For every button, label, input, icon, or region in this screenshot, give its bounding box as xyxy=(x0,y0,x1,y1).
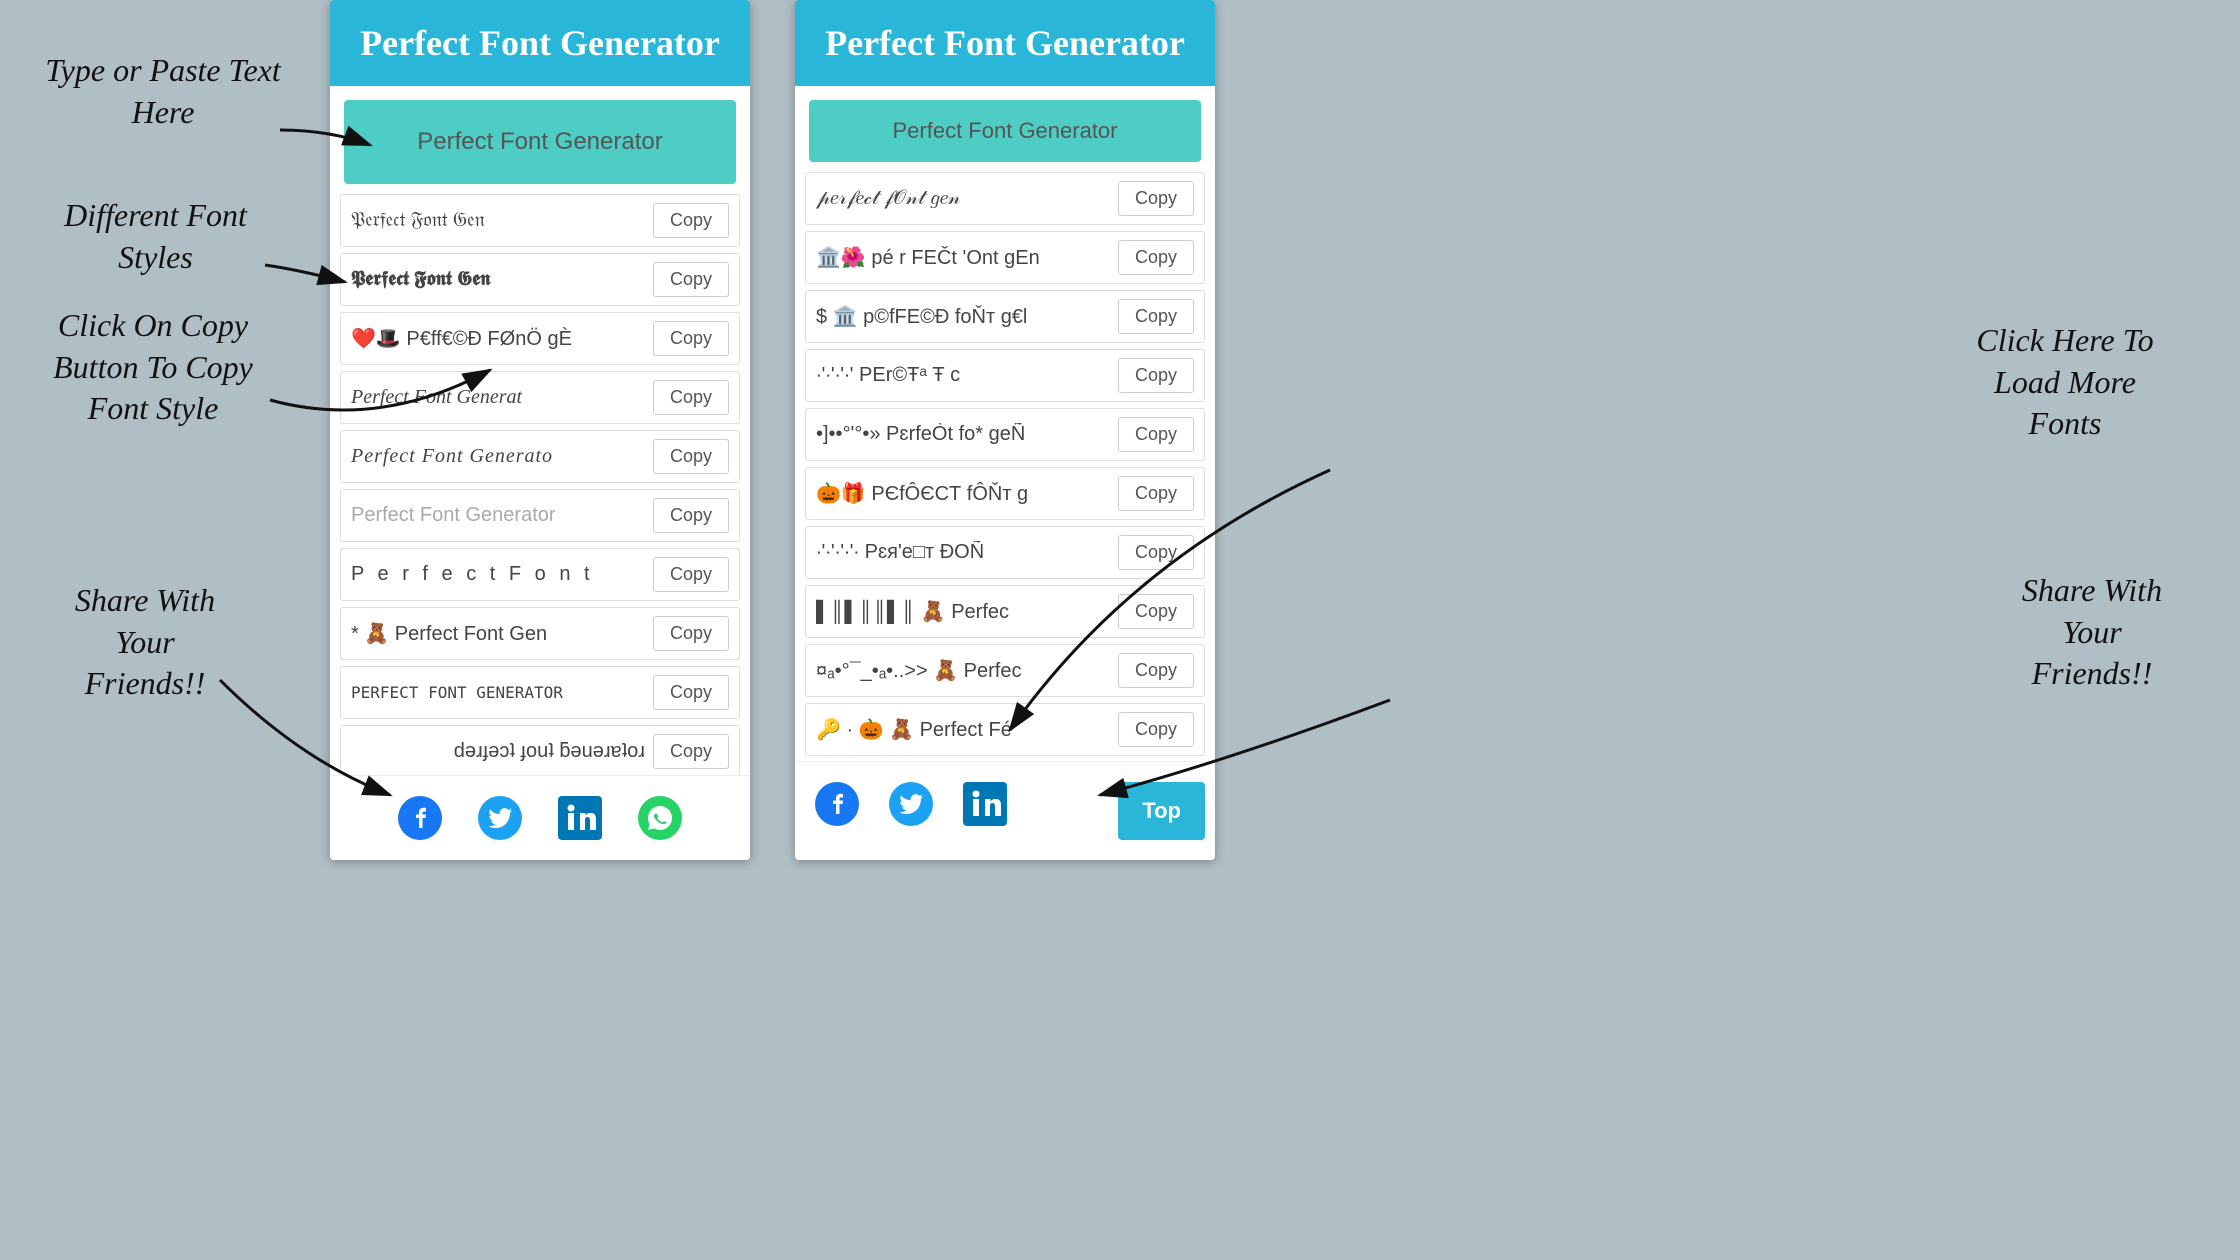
right-panel-title: Perfect Font Generator xyxy=(811,22,1199,64)
facebook-icon[interactable] xyxy=(398,796,442,840)
font-row: 🔑 · 🎃 🧸 Perfect Fé Copy xyxy=(805,703,1205,756)
font-row: 𝔓𝔢𝔯𝔣𝔢𝔠𝔱 𝔉𝔬𝔫𝔱 𝔊𝔢𝔫 Copy xyxy=(340,194,740,247)
font-text: 🔑 · 🎃 🧸 Perfect Fé xyxy=(816,717,1110,742)
font-text: Perfect Font Generat xyxy=(351,386,645,409)
copy-button[interactable]: Copy xyxy=(1118,476,1194,511)
font-row: $ 🏛️ p©fFE©Ð foŇт ɡ€l Copy xyxy=(805,290,1205,343)
font-text: 𝔓𝔢𝔯𝔣𝔢𝔠𝔱 𝔉𝔬𝔫𝔱 𝔊𝔢𝔫 xyxy=(351,209,645,232)
annotation-load-more: Click Here ToLoad MoreFonts xyxy=(1930,320,2200,445)
font-text: •]••°'°•» PɛrfeÒt fo* geÑ xyxy=(816,423,1110,446)
linkedin-icon[interactable] xyxy=(558,796,602,840)
copy-button[interactable]: Copy xyxy=(1118,653,1194,688)
font-row: Perfect Font Generat Copy xyxy=(340,371,740,424)
copy-button[interactable]: Copy xyxy=(653,380,729,415)
copy-button[interactable]: Copy xyxy=(1118,299,1194,334)
facebook-icon[interactable] xyxy=(815,782,859,826)
font-text: 🎃🎁 РЄfÔЄCТ fÔŇт g xyxy=(816,481,1110,506)
font-row: 🏛️🌺 pé r FEČt 'Ont gEn Copy xyxy=(805,231,1205,284)
font-text: Perfect Font Generator xyxy=(351,504,645,527)
font-row: 𝓅𝑒𝓇𝒻𝑒𝒸𝓉 𝒻𝒪𝓃𝓉 𝑔𝑒𝓃 Copy xyxy=(805,172,1205,225)
font-row: ∙'∙'∙'∙' ΡΕr©Ŧᵃ Ŧ c Copy xyxy=(805,349,1205,402)
copy-button[interactable]: Copy xyxy=(1118,358,1194,393)
font-row: 𝕻𝖊𝖗𝖋𝖊𝖈𝖙 𝕱𝖔𝖓𝖙 𝕲𝖊𝖓 Copy xyxy=(340,253,740,306)
left-phone-panel: Perfect Font Generator Perfect Font Gene… xyxy=(330,0,750,860)
left-panel-header: Perfect Font Generator xyxy=(330,0,750,86)
font-text: $ 🏛️ p©fFE©Ð foŇт ɡ€l xyxy=(816,304,1110,329)
copy-button[interactable]: Copy xyxy=(653,616,729,651)
font-list-left: 𝔓𝔢𝔯𝔣𝔢𝔠𝔱 𝔉𝔬𝔫𝔱 𝔊𝔢𝔫 Copy 𝕻𝖊𝖗𝖋𝖊𝖈𝖙 𝕱𝖔𝖓𝖙 𝕲𝖊𝖓 C… xyxy=(330,194,750,778)
font-row: ɹoʇɐɹǝuǝƃ ʇuoɟ ʇɔǝɟɹǝd Copy xyxy=(340,725,740,778)
social-bar-left xyxy=(330,775,750,860)
font-text: ∙'∙'∙'∙' ΡΕr©Ŧᵃ Ŧ c xyxy=(816,364,1110,387)
font-text: ▌║▌║║▌║ 🧸 Perfec xyxy=(816,599,1110,624)
annotation-type-here: Type or Paste TextHere xyxy=(28,50,298,133)
annotation-click-copy: Click On CopyButton To CopyFont Style xyxy=(18,305,288,430)
font-text: ¤ₐ•°¯_•ₐ•..>> 🧸 Perfec xyxy=(816,658,1110,683)
font-row: * 🧸 Perfect Font Gen Copy xyxy=(340,607,740,660)
annotation-diff-fonts: Different FontStyles xyxy=(28,195,283,278)
font-row: ▌║▌║║▌║ 🧸 Perfec Copy xyxy=(805,585,1205,638)
font-text: * 🧸 Perfect Font Gen xyxy=(351,621,645,646)
font-row: ¤ₐ•°¯_•ₐ•..>> 🧸 Perfec Copy xyxy=(805,644,1205,697)
left-panel-title: Perfect Font Generator xyxy=(346,22,734,64)
font-row: Perfect Font Generato Copy xyxy=(340,430,740,483)
copy-button[interactable]: Copy xyxy=(653,262,729,297)
copy-button[interactable]: Copy xyxy=(1118,712,1194,747)
copy-button[interactable]: Copy xyxy=(653,203,729,238)
font-text: 𝓅𝑒𝓇𝒻𝑒𝒸𝓉 𝒻𝒪𝓃𝓉 𝑔𝑒𝓃 xyxy=(816,187,1110,210)
font-list-right: 𝓅𝑒𝓇𝒻𝑒𝒸𝓉 𝒻𝒪𝓃𝓉 𝑔𝑒𝓃 Copy 🏛️🌺 pé r FEČt 'Ont… xyxy=(795,172,1215,756)
font-row: Perfect Font Generator Copy xyxy=(340,489,740,542)
twitter-icon[interactable] xyxy=(478,796,522,840)
copy-button[interactable]: Copy xyxy=(653,557,729,592)
font-text: P e r f e c t F o n t xyxy=(351,563,645,586)
copy-button[interactable]: Copy xyxy=(1118,181,1194,216)
right-phone-panel: Perfect Font Generator Perfect Font Gene… xyxy=(795,0,1215,860)
font-text: PERFECT FONT GENERATOR xyxy=(351,683,645,702)
copy-button[interactable]: Copy xyxy=(1118,594,1194,629)
font-text: 𝕻𝖊𝖗𝖋𝖊𝖈𝖙 𝕱𝖔𝖓𝖙 𝕲𝖊𝖓 xyxy=(351,268,645,291)
copy-button[interactable]: Copy xyxy=(653,321,729,356)
copy-button[interactable]: Copy xyxy=(653,498,729,533)
right-panel-header: Perfect Font Generator xyxy=(795,0,1215,86)
copy-button[interactable]: Copy xyxy=(1118,535,1194,570)
font-row: ∙'∙'∙'∙'∙ Pɛя'e□т ÐOÑ Copy xyxy=(805,526,1205,579)
top-button[interactable]: Top xyxy=(1118,782,1205,840)
right-input-area[interactable]: Perfect Font Generator xyxy=(809,100,1201,162)
text-input-area[interactable]: Perfect Font Generator xyxy=(344,100,736,184)
font-row: 🎃🎁 РЄfÔЄCТ fÔŇт g Copy xyxy=(805,467,1205,520)
copy-button[interactable]: Copy xyxy=(653,439,729,474)
font-row: •]••°'°•» PɛrfeÒt fo* geÑ Copy xyxy=(805,408,1205,461)
linkedin-icon[interactable] xyxy=(963,782,1007,826)
annotation-share-right: Share WithYourFriends!! xyxy=(1972,570,2212,695)
font-row: PERFECT FONT GENERATOR Copy xyxy=(340,666,740,719)
copy-button[interactable]: Copy xyxy=(653,675,729,710)
copy-button[interactable]: Copy xyxy=(653,734,729,769)
font-text: ❤️🎩 P€ff€©Ð FØnÖ gÈ xyxy=(351,326,645,351)
font-row: ❤️🎩 P€ff€©Ð FØnÖ gÈ Copy xyxy=(340,312,740,365)
font-text: ∙'∙'∙'∙'∙ Pɛя'e□т ÐOÑ xyxy=(816,541,1110,564)
font-text: 🏛️🌺 pé r FEČt 'Ont gEn xyxy=(816,245,1110,270)
font-text: Perfect Font Generato xyxy=(351,445,645,468)
annotation-share-left: Share WithYourFriends!! xyxy=(25,580,265,705)
font-text: ɹoʇɐɹǝuǝƃ ʇuoɟ ʇɔǝɟɹǝd xyxy=(351,740,645,763)
font-row: P e r f e c t F o n t Copy xyxy=(340,548,740,601)
copy-button[interactable]: Copy xyxy=(1118,417,1194,452)
twitter-icon[interactable] xyxy=(889,782,933,826)
whatsapp-icon[interactable] xyxy=(638,796,682,840)
copy-button[interactable]: Copy xyxy=(1118,240,1194,275)
social-bar-right: Top xyxy=(795,761,1215,860)
